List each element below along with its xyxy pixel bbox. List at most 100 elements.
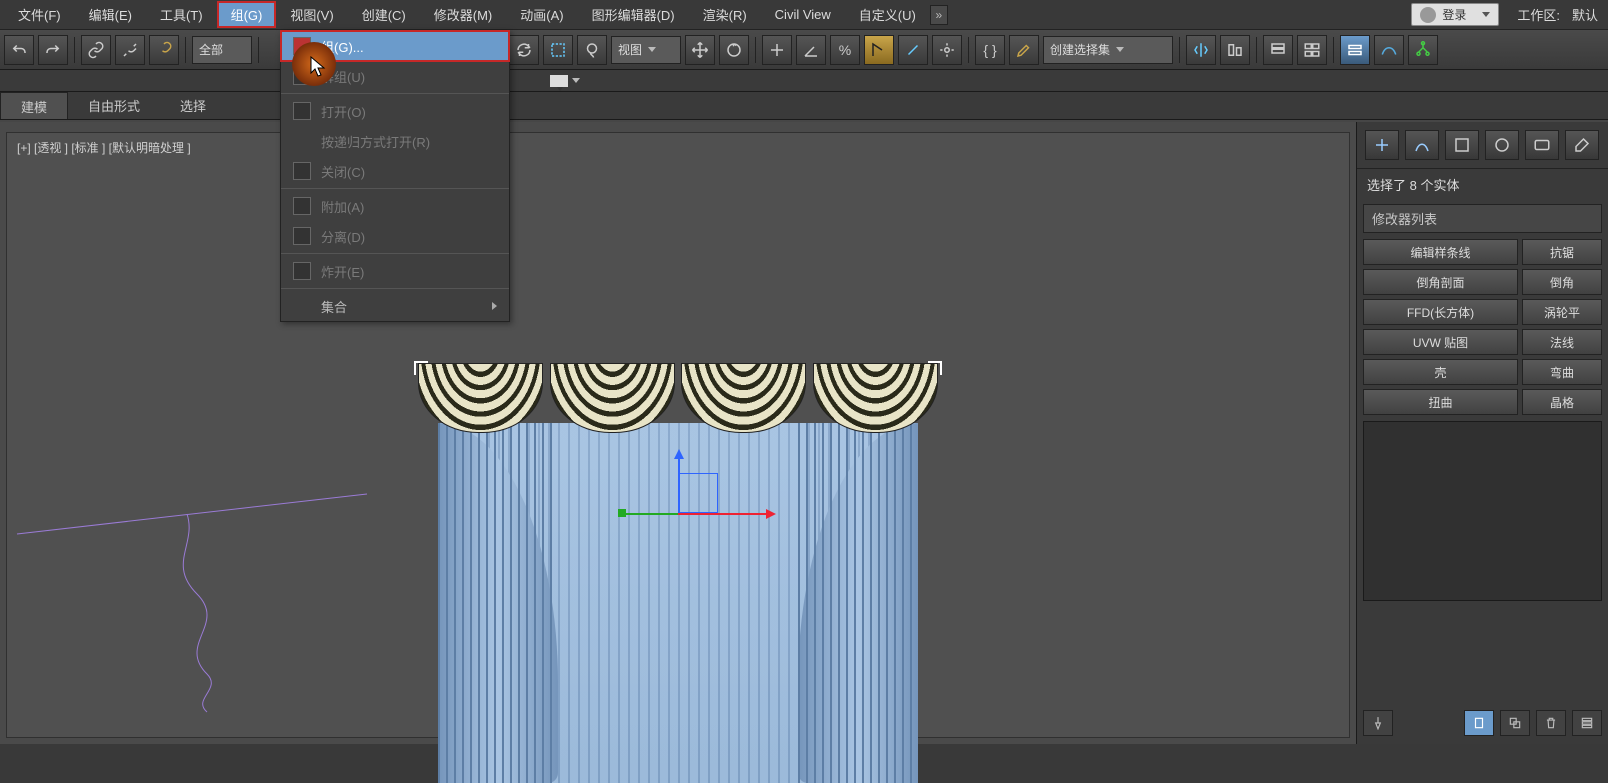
gizmo-x-axis[interactable] (678, 513, 768, 515)
bind-button[interactable] (149, 35, 179, 65)
curtain-left (438, 423, 558, 783)
perspective-viewport[interactable]: [+] [透视 ] [标准 ] [默认明暗处理 ] (6, 132, 1350, 738)
named-selection-dropdown[interactable]: 创建选择集 (1043, 36, 1173, 64)
remove-modifier-button[interactable] (1536, 710, 1566, 736)
make-unique-button[interactable] (1500, 710, 1530, 736)
show-end-result-button[interactable] (1464, 710, 1494, 736)
mod-edit-spline[interactable]: 编辑样条线 (1363, 239, 1518, 265)
menu-customize[interactable]: 自定义(U) (845, 1, 930, 28)
menu-group[interactable]: 组(G) (217, 1, 277, 28)
menu-overflow-button[interactable]: » (930, 5, 948, 25)
move-button[interactable] (685, 35, 715, 65)
menu-file[interactable]: 文件(F) (4, 1, 75, 28)
selection-filter-dropdown[interactable]: 全部 (192, 36, 252, 64)
mirror-button[interactable] (1186, 35, 1216, 65)
mod-bevel-profile[interactable]: 倒角剖面 (1363, 269, 1518, 295)
scene-explorer-button[interactable] (1297, 35, 1327, 65)
gizmo-plane[interactable] (678, 473, 718, 513)
menu-divider (281, 253, 509, 254)
utilities-tab[interactable] (1565, 130, 1599, 160)
menu-item-label: 集合 (321, 297, 347, 316)
curtain-scene (408, 363, 948, 783)
menu-animation[interactable]: 动画(A) (506, 1, 577, 28)
curtain-right (798, 423, 918, 783)
menu-create[interactable]: 创建(C) (348, 1, 420, 28)
mod-antialias[interactable]: 抗锯 (1522, 239, 1602, 265)
menu-edit[interactable]: 编辑(E) (75, 1, 146, 28)
snap-toggle-button[interactable] (864, 35, 894, 65)
percent-snap-button[interactable] (898, 35, 928, 65)
modify-tab[interactable] (1405, 130, 1439, 160)
dropdown-icon[interactable] (572, 78, 580, 83)
mod-turbosmooth[interactable]: 涡轮平 (1522, 299, 1602, 325)
mail-icon[interactable] (550, 75, 568, 87)
menu-item-label: 附加(A) (321, 197, 364, 216)
region-select-button[interactable] (543, 35, 573, 65)
swag (418, 363, 543, 433)
modifier-list-header[interactable]: 修改器列表 (1363, 204, 1602, 233)
layer-explorer-button[interactable] (1263, 35, 1293, 65)
gizmo-z-axis[interactable] (678, 457, 680, 513)
refresh-button[interactable] (509, 35, 539, 65)
redo-button[interactable] (38, 35, 68, 65)
ribbon-tab-select[interactable]: 选择 (160, 92, 226, 119)
mod-bend[interactable]: 弯曲 (1522, 359, 1602, 385)
mod-ffd-box[interactable]: FFD(长方体) (1363, 299, 1518, 325)
undo-button[interactable] (4, 35, 34, 65)
menu-civilview[interactable]: Civil View (761, 3, 845, 26)
menu-item-label: 关闭(C) (321, 162, 365, 181)
unlink-button[interactable] (115, 35, 145, 65)
create-tab[interactable] (1365, 130, 1399, 160)
motion-tab[interactable] (1485, 130, 1519, 160)
link-button[interactable] (81, 35, 111, 65)
avatar-icon (1420, 7, 1436, 23)
viewport-area: [+] [透视 ] [标准 ] [默认明暗处理 ] (0, 122, 1356, 744)
snap-angle-button[interactable] (796, 35, 826, 65)
mod-normal[interactable]: 法线 (1522, 329, 1602, 355)
snap-move-button[interactable] (762, 35, 792, 65)
spinner-snap-button[interactable] (932, 35, 962, 65)
ribbon-tab-freeform[interactable]: 自由形式 (68, 92, 160, 119)
viewport-label[interactable]: [+] [透视 ] [标准 ] [默认明暗处理 ] (17, 139, 191, 156)
mod-twist[interactable]: 扭曲 (1363, 389, 1518, 415)
curve-editor-button[interactable] (1374, 35, 1404, 65)
group-icon (293, 37, 311, 55)
workspace-value[interactable]: 默认 (1566, 5, 1604, 24)
menu-modifiers[interactable]: 修改器(M) (420, 1, 507, 28)
gizmo-y-axis[interactable] (622, 513, 678, 515)
mod-bevel[interactable]: 倒角 (1522, 269, 1602, 295)
snap-percent-button[interactable]: % (830, 35, 860, 65)
mod-lattice[interactable]: 晶格 (1522, 389, 1602, 415)
open-icon (293, 102, 311, 120)
menu-grapheditors[interactable]: 图形编辑器(D) (578, 1, 689, 28)
modifier-stack[interactable] (1363, 421, 1602, 601)
modifier-stack-toolbar (1363, 710, 1602, 736)
schematic-view-button[interactable] (1408, 35, 1438, 65)
swag-row (418, 363, 938, 433)
menu-tools[interactable]: 工具(T) (146, 1, 217, 28)
lasso-select-button[interactable] (577, 35, 607, 65)
menu-item-group[interactable]: 组(G)... (281, 31, 509, 61)
menu-item-label: 按递归方式打开(R) (321, 132, 430, 151)
align-button[interactable] (1220, 35, 1250, 65)
menu-rendering[interactable]: 渲染(R) (689, 1, 761, 28)
refcoord-dropdown[interactable]: 视图 (611, 36, 681, 64)
detach-icon (293, 227, 311, 245)
hierarchy-tab[interactable] (1445, 130, 1479, 160)
script-listener-row (0, 70, 1608, 92)
login-button[interactable]: 登录 (1411, 3, 1499, 26)
pin-stack-button[interactable] (1363, 710, 1393, 736)
named-sel-bracket-button[interactable]: { } (975, 35, 1005, 65)
named-sel-edit-button[interactable] (1009, 35, 1039, 65)
rotate-button[interactable] (719, 35, 749, 65)
toggle-ribbon-button[interactable] (1340, 35, 1370, 65)
swag (813, 363, 938, 433)
display-tab[interactable] (1525, 130, 1559, 160)
ribbon-tab-model[interactable]: 建模 (0, 92, 68, 119)
mod-shell[interactable]: 壳 (1363, 359, 1518, 385)
menu-item-label: 解组(U) (321, 67, 365, 86)
menu-view[interactable]: 视图(V) (276, 1, 347, 28)
menu-item-assembly[interactable]: 集合 (281, 291, 509, 321)
mod-uvw-map[interactable]: UVW 贴图 (1363, 329, 1518, 355)
configure-sets-button[interactable] (1572, 710, 1602, 736)
